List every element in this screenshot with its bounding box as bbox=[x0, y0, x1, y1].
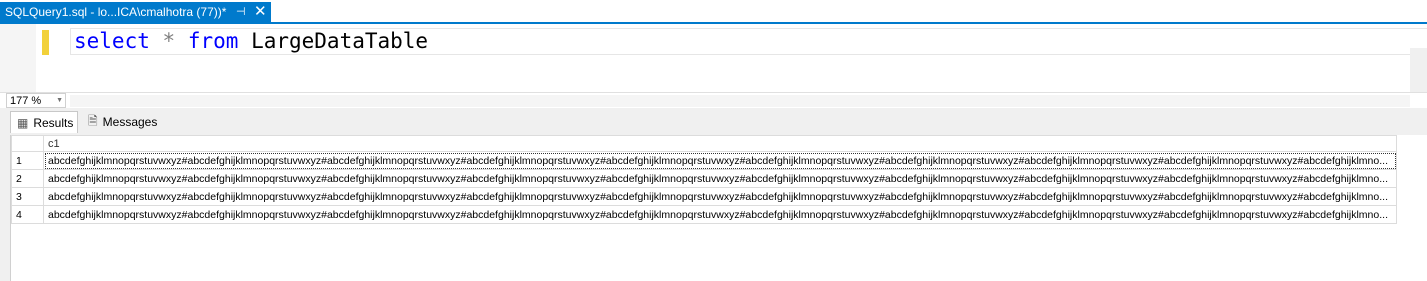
row-number[interactable]: 2 bbox=[11, 169, 44, 188]
row-number[interactable]: 4 bbox=[11, 205, 44, 224]
editor-margin bbox=[0, 24, 36, 92]
keyword-from: from bbox=[187, 29, 239, 53]
results-table: c1 1 abcdefghijklmnopqrstuvwxyz#abcdefgh… bbox=[11, 135, 1397, 224]
zoom-value: 177 % bbox=[10, 95, 42, 107]
editor-horizontal-scrollbar[interactable] bbox=[70, 95, 1410, 107]
chevron-down-icon[interactable]: ▼ bbox=[56, 94, 63, 108]
table-row[interactable]: 3 abcdefghijklmnopqrstuvwxyz#abcdefghijk… bbox=[11, 187, 1397, 206]
table-cell[interactable]: abcdefghijklmnopqrstuvwxyz#abcdefghijklm… bbox=[43, 169, 1397, 188]
tab-results-label: Results bbox=[33, 115, 74, 130]
pin-icon[interactable]: ⊣ bbox=[236, 5, 246, 18]
document-tab-strip: SQLQuery1.sql - lo...ICA\cmalhotra (77))… bbox=[0, 0, 1427, 24]
table-cell[interactable]: abcdefghijklmnopqrstuvwxyz#abcdefghijklm… bbox=[43, 187, 1397, 206]
table-row[interactable]: 4 abcdefghijklmnopqrstuvwxyz#abcdefghijk… bbox=[11, 205, 1397, 224]
row-number[interactable]: 1 bbox=[11, 151, 44, 170]
close-icon[interactable]: ✕ bbox=[254, 2, 267, 22]
sql-editor[interactable]: select * from LargeDataTable ▼ bbox=[0, 24, 1427, 116]
table-cell[interactable]: abcdefghijklmnopqrstuvwxyz#abcdefghijklm… bbox=[43, 151, 1397, 170]
star-operator: * bbox=[162, 29, 176, 53]
query-document-tab[interactable]: SQLQuery1.sql - lo...ICA\cmalhotra (77))… bbox=[0, 2, 271, 22]
code-line-1[interactable]: select * from LargeDataTable bbox=[74, 28, 428, 55]
row-number[interactable]: 3 bbox=[11, 187, 44, 206]
table-cell[interactable]: abcdefghijklmnopqrstuvwxyz#abcdefghijklm… bbox=[43, 205, 1397, 224]
editor-status-bar: 177 % ▼ bbox=[0, 92, 1427, 109]
table-row[interactable]: 1 abcdefghijklmnopqrstuvwxyz#abcdefghijk… bbox=[11, 151, 1397, 170]
results-grid[interactable]: c1 1 abcdefghijklmnopqrstuvwxyz#abcdefgh… bbox=[10, 135, 1427, 281]
table-identifier: LargeDataTable bbox=[251, 29, 429, 53]
keyword-select: select bbox=[74, 29, 150, 53]
grid-icon: ▦ bbox=[17, 115, 29, 130]
header-row: c1 bbox=[11, 135, 1397, 152]
change-indicator bbox=[42, 30, 49, 55]
table-row[interactable]: 2 abcdefghijklmnopqrstuvwxyz#abcdefghijk… bbox=[11, 169, 1397, 188]
tab-results[interactable]: ▦ Results bbox=[10, 111, 78, 133]
messages-icon: 🗎 bbox=[88, 113, 98, 128]
tab-messages-label: Messages bbox=[102, 115, 158, 129]
results-pane: ▦ Results 🗎 Messages c1 1 abcdefghijklmn… bbox=[0, 108, 1427, 281]
column-header-c1[interactable]: c1 bbox=[43, 135, 1397, 152]
zoom-dropdown[interactable]: 177 % ▼ bbox=[6, 93, 66, 108]
tab-messages[interactable]: 🗎 Messages bbox=[82, 111, 164, 133]
grid-corner[interactable] bbox=[11, 135, 44, 152]
query-tab-title: SQLQuery1.sql - lo...ICA\cmalhotra (77))… bbox=[5, 5, 227, 19]
